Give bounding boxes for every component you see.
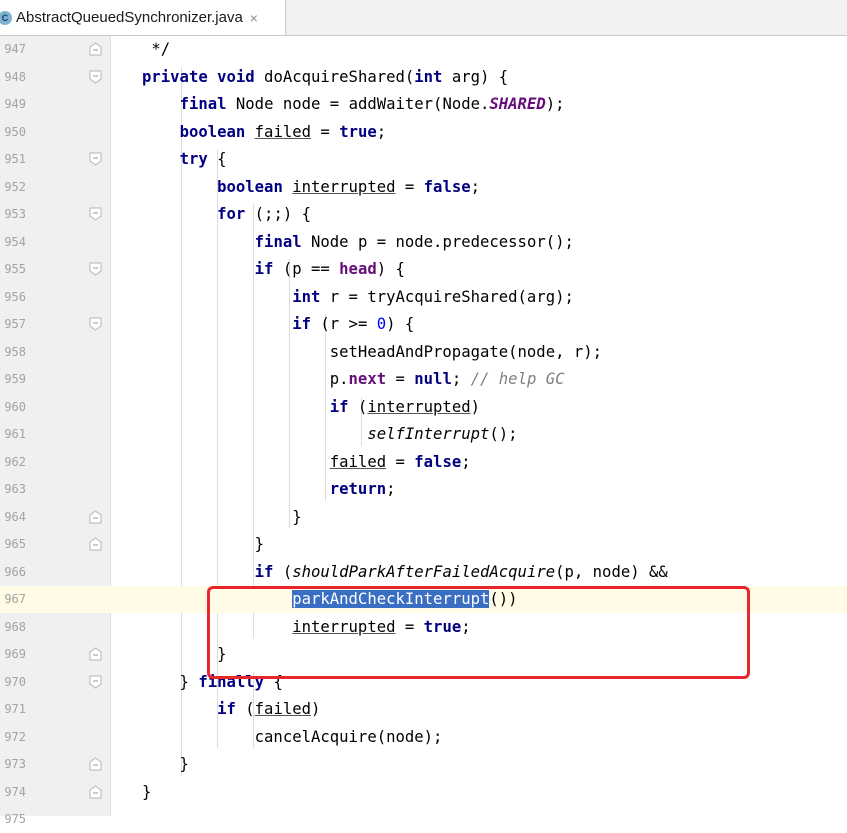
code-line[interactable]: 975 xyxy=(0,806,847,833)
code-line[interactable]: 954 final Node p = node.predecessor(); xyxy=(0,229,847,256)
line-number: 972 xyxy=(4,729,26,744)
code-text[interactable]: } xyxy=(142,751,189,778)
code-line[interactable]: 971 if (failed) xyxy=(0,696,847,723)
code-text[interactable]: if (r >= 0) { xyxy=(142,311,414,338)
code-text[interactable]: final Node p = node.predecessor(); xyxy=(142,229,574,256)
code-line[interactable]: 957 if (r >= 0) { xyxy=(0,311,847,338)
code-text[interactable]: int r = tryAcquireShared(arg); xyxy=(142,284,574,311)
code-text[interactable]: final Node node = addWaiter(Node.SHARED)… xyxy=(142,91,565,118)
code-text[interactable]: selfInterrupt(); xyxy=(142,421,517,448)
code-line[interactable]: 974} xyxy=(0,779,847,806)
code-text[interactable]: return; xyxy=(142,476,396,503)
line-number: 965 xyxy=(4,537,26,551)
code-text[interactable]: cancelAcquire(node); xyxy=(142,724,443,751)
line-number: 967 xyxy=(4,592,26,606)
code-line[interactable]: 952 boolean interrupted = false; xyxy=(0,174,847,201)
code-line[interactable]: 965 } xyxy=(0,531,847,558)
code-text[interactable]: private void doAcquireShared(int arg) { xyxy=(142,64,508,91)
code-line[interactable]: 955 if (p == head) { xyxy=(0,256,847,283)
code-line[interactable]: 963 return; xyxy=(0,476,847,503)
code-text[interactable]: boolean interrupted = false; xyxy=(142,174,480,201)
line-number: 948 xyxy=(4,69,26,84)
fold-collapse-icon[interactable] xyxy=(89,317,102,331)
code-line[interactable]: 951 try { xyxy=(0,146,847,173)
file-tab[interactable]: C AbstractQueuedSynchronizer.java × xyxy=(0,0,286,35)
fold-end-icon[interactable] xyxy=(89,784,102,799)
code-text[interactable]: if (shouldParkAfterFailedAcquire(p, node… xyxy=(142,559,668,586)
code-line[interactable]: 949 final Node node = addWaiter(Node.SHA… xyxy=(0,91,847,118)
code-text[interactable]: for (;;) { xyxy=(142,201,311,228)
line-number: 954 xyxy=(4,234,26,249)
line-number: 955 xyxy=(4,262,26,276)
fold-collapse-icon[interactable] xyxy=(89,70,102,84)
code-line[interactable]: 972 cancelAcquire(node); xyxy=(0,724,847,751)
fold-end-icon[interactable] xyxy=(89,509,102,524)
line-number: 956 xyxy=(4,289,26,304)
line-number: 952 xyxy=(4,179,26,194)
line-number: 959 xyxy=(4,372,26,386)
line-number: 964 xyxy=(4,509,26,524)
code-text[interactable]: if (p == head) { xyxy=(142,256,405,283)
code-text[interactable]: } xyxy=(142,504,301,531)
file-tab-label[interactable]: AbstractQueuedSynchronizer.java xyxy=(16,9,243,26)
code-line[interactable]: 964 } xyxy=(0,504,847,531)
annotation-box xyxy=(207,586,750,679)
code-line[interactable]: 948 private void doAcquireShared(int arg)… xyxy=(0,64,847,91)
line-number: 958 xyxy=(4,344,26,359)
line-number: 960 xyxy=(4,399,26,414)
code-line[interactable]: 973 } xyxy=(0,751,847,778)
code-text[interactable]: failed = false; xyxy=(142,449,471,476)
fold-collapse-icon[interactable] xyxy=(89,262,102,276)
code-line[interactable]: 960 if (interrupted) xyxy=(0,394,847,421)
line-number: 947 xyxy=(4,42,26,56)
fold-collapse-icon[interactable] xyxy=(89,152,102,166)
code-line[interactable]: 956 int r = tryAcquireShared(arg); xyxy=(0,284,847,311)
line-number: 953 xyxy=(4,207,26,221)
line-number: 961 xyxy=(4,427,26,441)
fold-end-icon[interactable] xyxy=(89,647,102,661)
java-class-icon: C xyxy=(0,10,12,25)
line-number: 970 xyxy=(4,674,26,689)
code-text[interactable]: } xyxy=(142,531,264,558)
code-line[interactable]: 962 failed = false; xyxy=(0,449,847,476)
line-number: 974 xyxy=(4,784,26,799)
close-icon[interactable]: × xyxy=(250,10,258,26)
line-number: 962 xyxy=(4,454,26,469)
fold-end-icon[interactable] xyxy=(89,757,102,771)
fold-end-icon[interactable] xyxy=(89,42,102,56)
line-number: 963 xyxy=(4,482,26,496)
code-text[interactable]: boolean failed = true; xyxy=(142,119,387,146)
code-line[interactable]: 953 for (;;) { xyxy=(0,201,847,228)
line-number: 968 xyxy=(4,619,26,634)
line-number: 949 xyxy=(4,97,26,111)
code-text[interactable]: if (interrupted) xyxy=(142,394,480,421)
line-number: 969 xyxy=(4,647,26,661)
code-line[interactable]: 958 setHeadAndPropagate(node, r); xyxy=(0,339,847,366)
code-text[interactable]: p.next = null; // help GC xyxy=(142,366,565,393)
line-number: 971 xyxy=(4,702,26,716)
code-text[interactable]: */ xyxy=(142,36,170,63)
editor-tab-bar: C AbstractQueuedSynchronizer.java × xyxy=(0,0,847,36)
code-text[interactable]: } xyxy=(142,779,151,806)
line-number: 950 xyxy=(4,124,26,139)
line-number: 951 xyxy=(4,152,26,166)
code-line[interactable]: 966 if (shouldParkAfterFailedAcquire(p, … xyxy=(0,559,847,586)
code-line[interactable]: 959 p.next = null; // help GC xyxy=(0,366,847,393)
code-editor[interactable]: 947 */ 948 private void doAcquireShared(in… xyxy=(0,36,847,826)
fold-collapse-icon[interactable] xyxy=(89,675,102,689)
line-number: 957 xyxy=(4,317,26,331)
code-text[interactable]: try { xyxy=(142,146,227,173)
code-line[interactable]: 961 selfInterrupt(); xyxy=(0,421,847,448)
code-line[interactable]: 947 */ xyxy=(0,36,847,63)
fold-collapse-icon[interactable] xyxy=(89,207,102,221)
line-number: 975 xyxy=(4,812,26,826)
code-line[interactable]: 950 boolean failed = true; xyxy=(0,119,847,146)
fold-end-icon[interactable] xyxy=(89,537,102,551)
line-number: 973 xyxy=(4,757,26,771)
code-text[interactable]: if (failed) xyxy=(142,696,320,723)
code-text[interactable]: setHeadAndPropagate(node, r); xyxy=(142,339,602,366)
line-number: 966 xyxy=(4,564,26,579)
